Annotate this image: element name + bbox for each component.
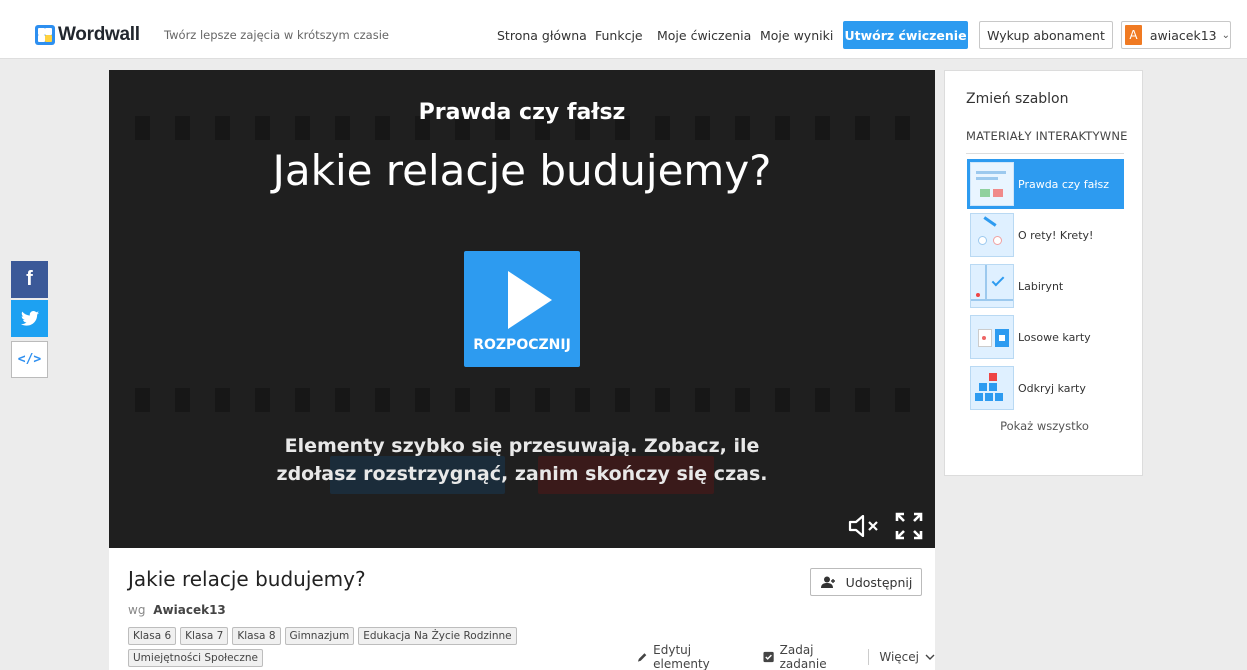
divider (966, 153, 1124, 154)
nav-my-results[interactable]: Moje wyniki (760, 28, 833, 43)
game-description-line-1: Elementy szybko się przesuwają. Zobacz, … (284, 435, 760, 457)
tag[interactable]: Klasa 8 (232, 627, 281, 645)
share-user-icon (820, 576, 835, 588)
template-item-true-false[interactable]: Prawda czy fałsz (967, 159, 1124, 209)
checkbox-icon (763, 651, 775, 663)
more-label: Więcej (879, 650, 919, 664)
template-category: MATERIAŁY INTERAKTYWNE (966, 129, 1128, 143)
facebook-icon: f (26, 268, 33, 290)
activity-info-panel: Jakie relacje budujemy? Udostępnij wg Aw… (109, 548, 935, 670)
browser-top-strip (0, 0, 1247, 12)
author-prefix: wg (128, 603, 146, 617)
show-all-link[interactable]: Pokaż wszystko (945, 419, 1144, 433)
nav-home[interactable]: Strona główna (497, 28, 587, 43)
game-stage[interactable]: Prawda czy fałsz Jakie relacje budujemy?… (109, 70, 935, 548)
edit-items-label: Edytuj elementy (653, 643, 710, 670)
avatar: A (1125, 25, 1142, 45)
user-menu[interactable]: A awiacek13 ⌄ (1121, 21, 1231, 49)
template-item-whack-a-mole[interactable]: O rety! Krety! (967, 210, 1124, 260)
create-activity-button[interactable]: Utwórz ćwiczenie (843, 21, 968, 49)
tag[interactable]: Gimnazjum (284, 627, 355, 645)
nav-my-activities[interactable]: Moje ćwiczenia (657, 28, 751, 43)
whack-a-mole-thumbnail (970, 213, 1014, 257)
start-button[interactable]: ROZPOCZNIJ (464, 251, 580, 367)
tag[interactable]: Klasa 6 (128, 627, 177, 645)
template-item-maze-chase[interactable]: Labirynt (967, 261, 1124, 311)
game-description: Elementy szybko się przesuwają. Zobacz, … (109, 432, 935, 488)
embed-button[interactable]: </> (11, 341, 48, 378)
template-label: Labirynt (1018, 279, 1064, 293)
open-the-box-thumbnail (970, 366, 1014, 410)
template-item-open-the-box[interactable]: Odkryj karty (967, 363, 1124, 413)
logo-text: Wordwall (58, 24, 140, 45)
wordwall-logo[interactable]: Wordwall (35, 24, 140, 46)
assign-label: Zadaj zadanie (779, 643, 827, 670)
username: awiacek13 (1149, 27, 1217, 43)
twitter-share-button[interactable] (11, 300, 48, 337)
more-button[interactable]: Więcej (879, 650, 935, 664)
wordwall-logo-icon (35, 25, 55, 45)
maze-chase-thumbnail (970, 264, 1014, 308)
edit-items-button[interactable]: Edytuj elementy (637, 643, 745, 670)
random-cards-thumbnail (970, 315, 1014, 359)
template-switcher: Zmień szablon MATERIAŁY INTERAKTYWNE Pra… (944, 70, 1143, 476)
chevron-down-icon (925, 654, 935, 660)
assign-button[interactable]: Zadaj zadanie (763, 643, 858, 670)
template-label: Losowe karty (1018, 330, 1091, 344)
decor-band-bottom (109, 388, 935, 412)
author-line: wg Awiacek13 (128, 603, 226, 617)
game-template-name: Prawda czy fałsz (418, 100, 626, 125)
divider (868, 649, 870, 665)
tag-list: Klasa 6 Klasa 7 Klasa 8 Gimnazjum Edukac… (128, 627, 548, 667)
start-label: ROZPOCZNIJ (473, 337, 571, 353)
subscribe-button[interactable]: Wykup abonament (979, 21, 1113, 49)
activity-title: Jakie relacje budujemy? (128, 567, 366, 591)
template-switcher-heading: Zmień szablon (966, 91, 1069, 107)
play-icon (508, 271, 552, 329)
share-label: Udostępnij (845, 574, 913, 590)
tagline: Twórz lepsze zajęcia w krótszym czasie (164, 28, 389, 42)
nav-features[interactable]: Funkcje (595, 28, 643, 43)
share-button[interactable]: Udostępnij (810, 568, 922, 596)
game-title: Jakie relacje budujemy? (272, 146, 772, 195)
pencil-icon (637, 653, 647, 662)
template-label: O rety! Krety! (1018, 228, 1094, 242)
embed-code-icon: </> (17, 352, 42, 367)
true-false-thumbnail (970, 162, 1014, 206)
twitter-icon (20, 311, 39, 326)
game-description-line-2: zdołasz rozstrzygnąć, zanim skończy się … (276, 463, 768, 485)
top-header: Wordwall Twórz lepsze zajęcia w krótszym… (0, 12, 1247, 59)
template-label: Odkryj karty (1018, 381, 1086, 395)
activity-actions: Edytuj elementy Zadaj zadanie Więcej (637, 643, 935, 670)
tag[interactable]: Klasa 7 (180, 627, 229, 645)
facebook-share-button[interactable]: f (11, 261, 48, 298)
tag[interactable]: Umiejętności Społeczne (128, 649, 263, 667)
chevron-down-icon: ⌄ (1221, 29, 1230, 41)
fullscreen-icon[interactable] (895, 512, 923, 540)
tag[interactable]: Edukacja Na Życie Rodzinne (358, 627, 517, 645)
author-link[interactable]: Awiacek13 (153, 603, 226, 617)
template-item-random-cards[interactable]: Losowe karty (967, 312, 1124, 362)
template-label: Prawda czy fałsz (1018, 177, 1109, 191)
mute-icon[interactable] (848, 515, 880, 537)
